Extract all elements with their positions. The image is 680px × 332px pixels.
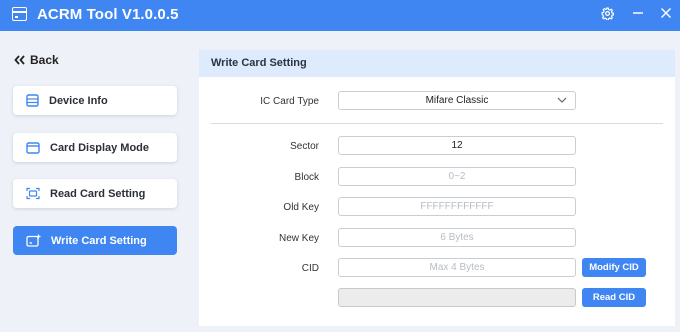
app-title: ACRM Tool V1.0.0.5 xyxy=(37,6,179,23)
ic-card-type-value: Mifare Classic xyxy=(425,95,489,106)
sidebar-item-read-card-setting[interactable]: Read Card Setting xyxy=(13,179,177,208)
sidebar-item-card-display-mode[interactable]: Card Display Mode xyxy=(13,133,177,162)
divider xyxy=(211,123,663,124)
old-key-input[interactable]: FFFFFFFFFFFF xyxy=(338,197,576,216)
bottom-margin xyxy=(0,326,680,332)
back-button[interactable]: Back xyxy=(14,53,59,67)
device-info-icon xyxy=(26,94,39,107)
modify-cid-button[interactable]: Modify CID xyxy=(582,258,646,277)
panel-title: Write Card Setting xyxy=(199,50,675,77)
ic-card-type-select[interactable]: Mifare Classic xyxy=(338,91,576,110)
block-input[interactable]: 0~2 xyxy=(338,167,576,186)
read-cid-button[interactable]: Read CID xyxy=(582,288,646,307)
close-icon[interactable] xyxy=(656,4,676,24)
write-card-setting-panel: Write Card Setting IC Card Type Mifare C… xyxy=(199,50,675,332)
sidebar-item-label: Device Info xyxy=(49,94,108,107)
sector-input[interactable]: 12 xyxy=(338,136,576,155)
sector-label: Sector xyxy=(290,141,319,152)
cid-input[interactable]: Max 4 Bytes xyxy=(338,258,576,277)
chevron-down-icon xyxy=(557,97,567,103)
sidebar-item-label: Card Display Mode xyxy=(50,141,150,154)
sidebar-item-write-card-setting[interactable]: Write Card Setting xyxy=(13,226,177,255)
back-label: Back xyxy=(30,53,59,67)
sidebar-item-label: Write Card Setting xyxy=(51,234,147,247)
new-key-label: New Key xyxy=(278,233,319,244)
write-card-icon xyxy=(26,234,41,247)
ic-card-type-label: IC Card Type xyxy=(260,96,319,107)
sidebar: Back Device Info Card Display Mode Read … xyxy=(0,31,196,332)
cid-readout-field xyxy=(338,288,576,307)
gear-icon[interactable] xyxy=(597,4,617,24)
read-card-icon xyxy=(26,187,40,200)
title-bar: ACRM Tool V1.0.0.5 xyxy=(0,0,680,31)
card-icon xyxy=(26,141,40,154)
minimize-icon[interactable] xyxy=(628,4,648,24)
block-label: Block xyxy=(294,172,319,183)
new-key-input[interactable]: 6 Bytes xyxy=(338,228,576,247)
cid-label: CID xyxy=(301,263,319,274)
app-logo-icon xyxy=(12,7,27,21)
sidebar-item-device-info[interactable]: Device Info xyxy=(13,86,177,115)
sidebar-item-label: Read Card Setting xyxy=(50,187,146,200)
double-chevron-left-icon xyxy=(14,55,25,65)
old-key-label: Old Key xyxy=(283,202,319,213)
